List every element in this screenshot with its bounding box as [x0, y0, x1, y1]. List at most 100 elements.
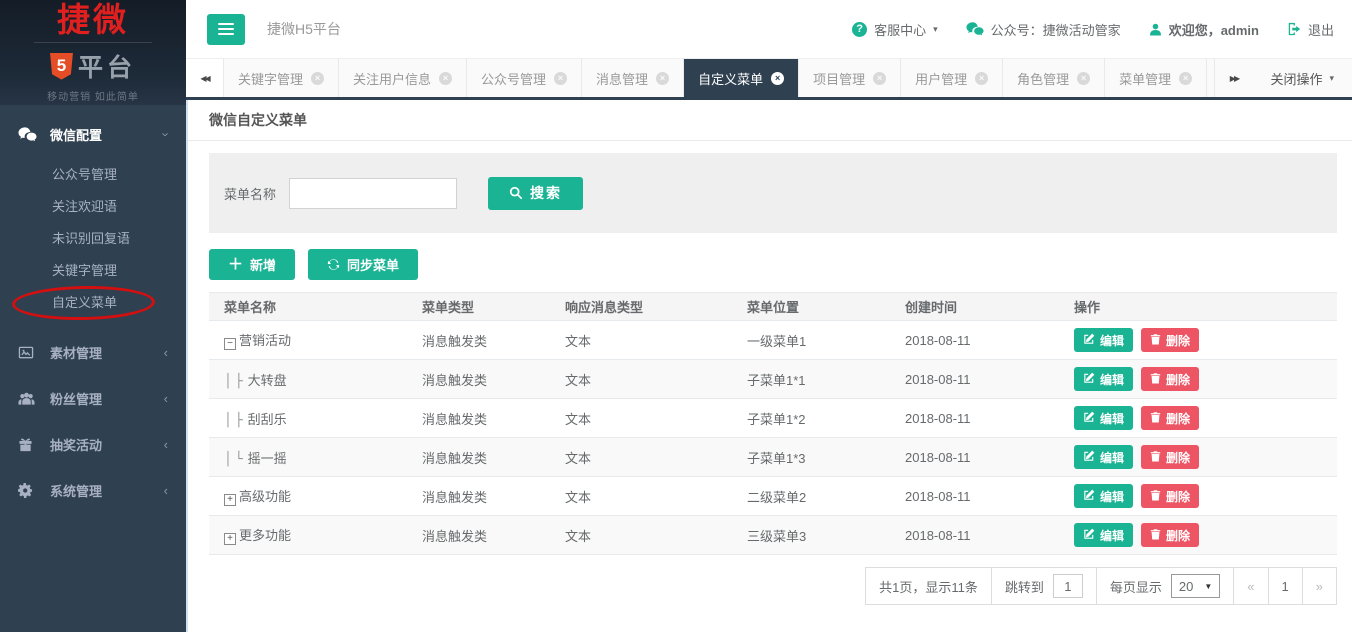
tab-公众号管理[interactable]: 公众号管理 ×	[467, 59, 583, 97]
sidebar-section-3[interactable]: 抽奖活动 ‹	[0, 421, 186, 467]
cell-response-type: 文本	[565, 528, 592, 544]
per-page-label: 每页显示	[1109, 579, 1162, 595]
close-tab-icon[interactable]: ×	[656, 71, 670, 85]
tab-用户管理[interactable]: 用户管理 ×	[901, 59, 1004, 97]
brand-name: 捷微	[57, 0, 129, 38]
menu-name-input[interactable]	[289, 177, 458, 209]
delete-button[interactable]: 删除	[1141, 367, 1200, 391]
tab-关键字管理[interactable]: 关键字管理 ×	[224, 59, 340, 97]
logout-button[interactable]: 退出	[1287, 20, 1334, 39]
tree-branch-icon: │├	[224, 373, 246, 389]
sidebar-section-0[interactable]: 微信配置 ›	[0, 111, 186, 157]
tree-expand-icon[interactable]: +	[224, 533, 236, 545]
table-row: │├ 大转盘 消息触发类 文本 子菜单1*1 2018-08-11 编辑 删除	[209, 360, 1337, 399]
sidebar-item-关注欢迎语[interactable]: 关注欢迎语	[0, 191, 186, 223]
sidebar-section-label: 粉丝管理	[50, 391, 103, 407]
close-operations-menu[interactable]: 关闭操作 ▾	[1252, 59, 1352, 97]
tree-collapse-icon[interactable]: −	[224, 338, 236, 350]
cell-menu-name: + 高级功能	[209, 486, 407, 506]
tab-label: 项目管理	[813, 71, 866, 87]
edit-button[interactable]: 编辑	[1074, 367, 1134, 391]
delete-button[interactable]: 删除	[1141, 523, 1200, 547]
cell-menu-name: │├ 大转盘	[209, 370, 407, 389]
close-tab-icon[interactable]: ×	[1077, 71, 1091, 85]
sidebar-item-关键字管理[interactable]: 关键字管理	[0, 255, 186, 287]
menu-toggle-button[interactable]	[207, 13, 245, 45]
cell-menu-type: 消息触发类	[422, 528, 488, 544]
column-header-菜单类型: 菜单类型	[422, 300, 475, 315]
close-tab-icon[interactable]: ×	[975, 71, 989, 85]
tab-label: 用户管理	[915, 71, 968, 87]
chevron-left-icon: ‹	[163, 482, 168, 498]
sidebar-item-自定义菜单[interactable]: 自定义菜单	[0, 284, 186, 322]
edit-button[interactable]: 编辑	[1074, 406, 1134, 430]
scroll-tabs-left-button[interactable]: ◀◀	[186, 59, 224, 97]
chevron-left-icon: ‹	[163, 390, 168, 406]
edit-button[interactable]: 编辑	[1074, 484, 1134, 508]
tab-项目管理[interactable]: 项目管理 ×	[799, 59, 902, 97]
close-tab-icon[interactable]: ×	[439, 71, 453, 85]
scroll-tabs-right-button[interactable]: ▶▶	[1214, 59, 1252, 97]
edit-button[interactable]: 编辑	[1074, 523, 1134, 547]
cell-menu-position: 二级菜单2	[747, 489, 807, 505]
prev-page-button[interactable]: «	[1233, 568, 1267, 604]
table-header-row: 菜单名称 菜单类型 响应消息类型 菜单位置 创建时间 操作	[209, 293, 1337, 321]
menu-name-label: 菜单名称	[224, 186, 277, 202]
sidebar-item-未识别回复语[interactable]: 未识别回复语	[0, 223, 186, 255]
sign-out-icon	[1288, 22, 1301, 36]
pagination: 共1页，显示11条 跳转到 每页显示 20 ▼ « 1 »	[865, 567, 1337, 605]
delete-button[interactable]: 删除	[1141, 328, 1200, 352]
sidebar-section-2[interactable]: 粉丝管理 ‹	[0, 375, 186, 421]
tab-关注用户信息[interactable]: 关注用户信息 ×	[339, 59, 468, 97]
delete-button[interactable]: 删除	[1141, 406, 1200, 430]
delete-button[interactable]: 删除	[1141, 445, 1200, 469]
tab-菜单管理[interactable]: 菜单管理 ×	[1105, 59, 1208, 97]
close-tab-icon[interactable]: ×	[873, 71, 887, 85]
sidebar-nav: 微信配置 › 公众号管理 关注欢迎语 未识别回复语 关键字管理 自定义菜单 素材管理 ‹ 粉丝管理…	[0, 105, 186, 513]
table-row: + 更多功能 消息触发类 文本 三级菜单3 2018-08-11 编辑 删除	[209, 516, 1337, 555]
tab-角色管理[interactable]: 角色管理 ×	[1003, 59, 1106, 97]
dropdown-arrow-icon: ▼	[1204, 581, 1213, 591]
tree-branch-icon: │├	[224, 412, 246, 428]
sidebar-item-公众号管理[interactable]: 公众号管理	[0, 159, 186, 191]
edit-button[interactable]: 编辑	[1074, 328, 1134, 352]
sidebar-section-1[interactable]: 素材管理 ‹	[0, 329, 186, 375]
menu-name-text: 更多功能	[239, 528, 292, 543]
sync-menu-button[interactable]: 同步菜单	[308, 249, 419, 280]
cell-created-time: 2018-08-11	[905, 527, 971, 543]
menu-name-text: 大转盘	[247, 372, 287, 388]
tab-自定义菜单[interactable]: 自定义菜单 ×	[684, 59, 800, 97]
cell-actions: 编辑 删除	[1059, 406, 1337, 430]
close-tab-icon[interactable]: ×	[1179, 71, 1193, 85]
search-button[interactable]: 搜索	[488, 176, 584, 210]
sidebar: 捷微 5 平台 移动营销 如此简单 微信配置 › 公众号管理 关注欢迎语 未识别回复语关…	[0, 0, 186, 632]
sidebar-section-4[interactable]: 系统管理 ‹	[0, 467, 186, 513]
delete-button[interactable]: 删除	[1141, 484, 1200, 508]
tree-branch-end-icon: │└	[224, 451, 246, 467]
sidebar-section-label: 系统管理	[50, 483, 103, 499]
column-header-菜单名称: 菜单名称	[224, 300, 277, 315]
column-header-菜单位置: 菜单位置	[747, 300, 800, 315]
caret-down-icon: ▾	[1329, 72, 1334, 83]
current-page-button[interactable]: 1	[1267, 568, 1302, 604]
tab-消息管理[interactable]: 消息管理 ×	[582, 59, 685, 97]
trash-icon	[1150, 528, 1161, 543]
edit-icon	[1083, 411, 1095, 426]
edit-icon	[1083, 372, 1095, 387]
trash-icon	[1150, 372, 1161, 387]
welcome-label: 欢迎您，admin	[1168, 22, 1259, 38]
help-center-menu[interactable]: ? 客服中心 ▾	[852, 20, 938, 39]
menu-name-text: 刮刮乐	[247, 411, 287, 427]
add-button[interactable]: ＋ 新增	[209, 249, 296, 280]
jump-to-page-input[interactable]	[1052, 574, 1083, 598]
next-page-button[interactable]: »	[1301, 568, 1336, 604]
per-page-select[interactable]: 20 ▼	[1170, 574, 1221, 598]
close-tab-icon[interactable]: ×	[554, 71, 568, 85]
cell-menu-type: 消息触发类	[422, 450, 488, 466]
close-tab-icon[interactable]: ×	[771, 71, 785, 85]
help-center-label: 客服中心	[874, 22, 927, 38]
column-header-响应消息类型: 响应消息类型	[565, 300, 644, 315]
tree-expand-icon[interactable]: +	[224, 494, 236, 506]
edit-button[interactable]: 编辑	[1074, 445, 1134, 469]
close-tab-icon[interactable]: ×	[311, 71, 325, 85]
